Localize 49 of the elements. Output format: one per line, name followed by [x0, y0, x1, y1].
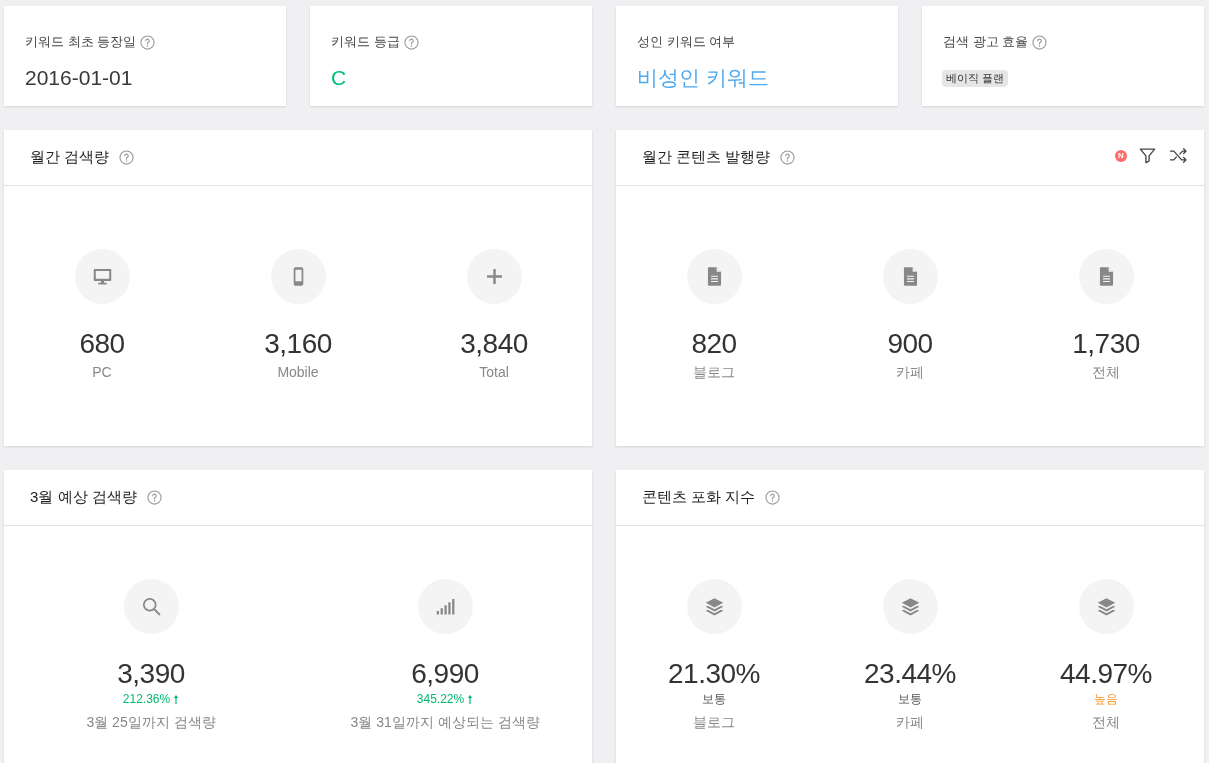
card-label: 검색 광고 효율	[943, 33, 1029, 51]
help-icon[interactable]	[146, 490, 162, 505]
stat-value: 6,990	[411, 658, 479, 690]
stat-label: 전체	[1092, 713, 1120, 731]
card-value: 2016-01-01	[25, 66, 133, 90]
panel-title: 월간 콘텐츠 발행량	[642, 148, 771, 167]
card-label: 성인 키워드 여부	[637, 33, 736, 51]
stat-label: 블로그	[693, 363, 735, 381]
stat-label: 3월 25일까지 검색량	[86, 713, 216, 731]
help-icon[interactable]	[780, 150, 796, 165]
card-label: 키워드 최초 등장일	[25, 33, 137, 51]
card-label: 키워드 등급	[331, 33, 400, 51]
help-icon[interactable]	[1032, 34, 1048, 50]
stat-label: Mobile	[277, 363, 319, 381]
stat-label: PC	[92, 363, 112, 381]
stat-value: 680	[79, 328, 125, 360]
stat-value: 23.44%	[864, 658, 956, 690]
stat-label: 카페	[896, 363, 924, 381]
stat-label: 전체	[1092, 363, 1120, 381]
panel-title: 3월 예상 검색량	[30, 488, 137, 507]
card-value: 비성인 키워드	[637, 65, 769, 91]
help-icon[interactable]	[140, 34, 156, 50]
shuffle-icon[interactable]	[1169, 146, 1188, 165]
stat-label: 카페	[896, 713, 924, 731]
rating-label: 보통	[898, 691, 922, 707]
panel-title: 월간 검색량	[30, 148, 110, 167]
plan-tag: 베이직 플랜	[942, 69, 1009, 87]
stat-value: 3,390	[117, 658, 185, 690]
stat-label: 3월 31일까지 예상되는 검색량	[350, 713, 540, 731]
help-icon[interactable]	[119, 150, 135, 165]
stat-label: 블로그	[693, 713, 735, 731]
rating-label: 보통	[702, 691, 726, 707]
stat-value: 3,160	[264, 328, 332, 360]
rating-label: 높음	[1094, 691, 1118, 707]
new-badge: N	[1115, 149, 1127, 162]
stat-value: 820	[691, 328, 737, 360]
stat-value: 44.97%	[1060, 658, 1152, 690]
change-percent: 345.22%	[416, 691, 465, 707]
stat-value: 900	[887, 328, 933, 360]
panel-title: 콘텐츠 포화 지수	[642, 488, 756, 507]
stat-value: 1,730	[1072, 328, 1140, 360]
stat-value: 3,840	[460, 328, 528, 360]
card-value: C	[331, 66, 347, 90]
help-icon[interactable]	[403, 34, 419, 50]
filter-icon[interactable]	[1138, 146, 1157, 165]
help-icon[interactable]	[765, 490, 781, 505]
change-percent: 212.36%	[122, 691, 171, 707]
stat-value: 21.30%	[668, 658, 760, 690]
stat-label: Total	[479, 363, 509, 381]
